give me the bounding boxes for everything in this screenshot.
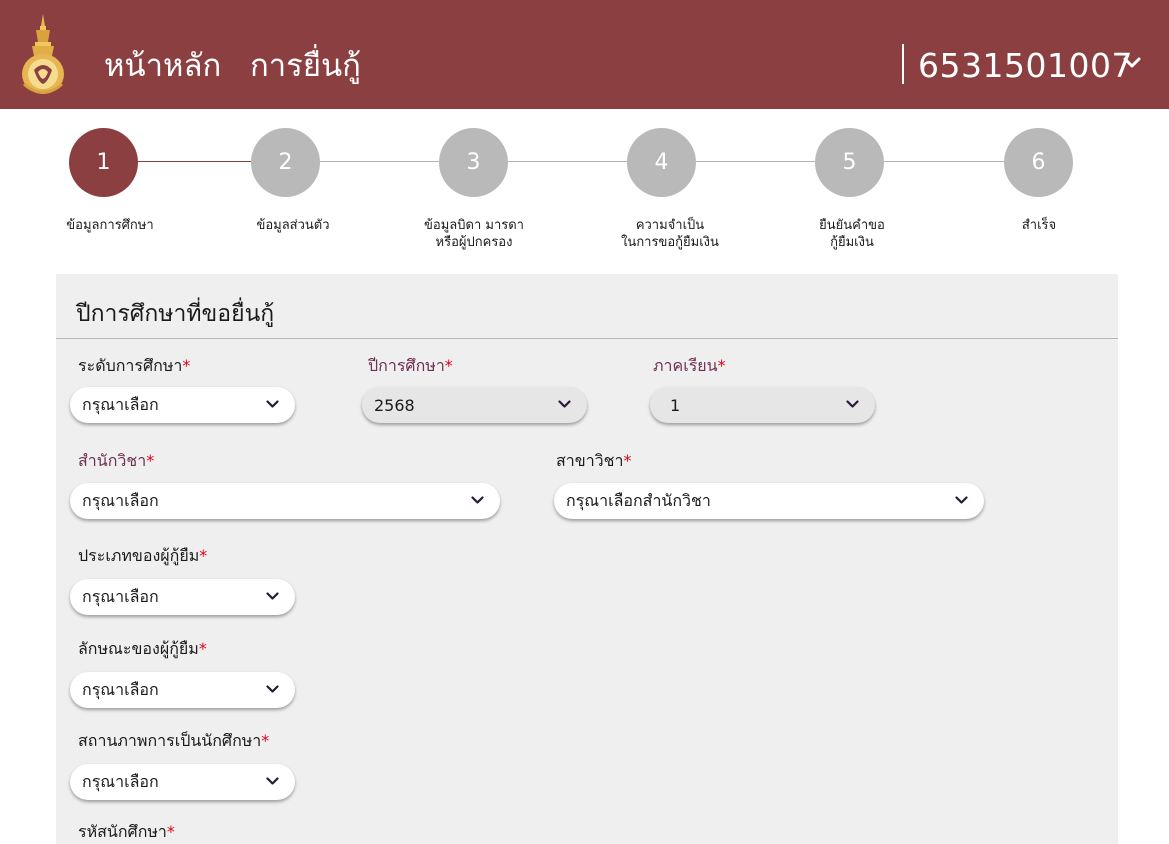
step-4-label: ความจำเป็น ในการขอกู้ยืมเงิน — [595, 217, 745, 251]
semester-label-text: ภาคเรียน — [653, 356, 718, 375]
academic-year-select[interactable]: 2568 — [362, 387, 587, 423]
step-5-label: ยืนยันคำขอ กู้ยืมเงิน — [777, 217, 927, 251]
education-level-label: ระดับการศึกษา* — [78, 356, 190, 376]
chevron-down-icon — [266, 777, 279, 785]
borrower-character-label-text: ลักษณะของผู้กู้ยืม — [78, 639, 199, 658]
step-2-label-line1: ข้อมูลส่วนตัว — [256, 218, 330, 233]
student-status-label: สถานภาพการเป็นนักศึกษา* — [78, 731, 269, 751]
education-form-panel: ปีการศึกษาที่ขอยื่นกู้ ระดับการศึกษา* กร… — [56, 274, 1118, 844]
step-5-label-line1: ยืนยันคำขอ — [819, 218, 885, 233]
required-mark: * — [182, 356, 191, 375]
nav-apply-link[interactable]: การยื่นกู้ — [250, 40, 361, 92]
student-status-label-text: สถานภาพการเป็นนักศึกษา — [78, 731, 262, 750]
step-6-circle[interactable]: 6 — [1004, 128, 1073, 197]
user-divider — [902, 44, 904, 84]
school-label: สำนักวิชา* — [78, 451, 154, 471]
semester-select[interactable]: 1 — [650, 387, 875, 423]
borrower-character-value: กรุณาเลือก — [82, 679, 159, 699]
step-3-circle[interactable]: 3 — [439, 128, 508, 197]
education-level-label-text: ระดับการศึกษา — [78, 356, 183, 375]
chevron-down-icon — [558, 400, 571, 408]
borrower-character-select[interactable]: กรุณาเลือก — [70, 672, 295, 708]
form-divider — [56, 338, 1118, 339]
academic-year-label: ปีการศึกษา* — [368, 356, 453, 376]
step-connector — [320, 161, 440, 162]
step-connector — [137, 161, 252, 162]
step-connector — [696, 161, 816, 162]
top-header: หน้าหลัก การยื่นกู้ 6531501007 — [0, 0, 1169, 109]
required-mark: * — [198, 639, 207, 658]
borrower-type-label: ประเภทของผู้กู้ยืม* — [78, 546, 207, 566]
chevron-down-icon — [471, 496, 484, 504]
required-mark: * — [261, 731, 270, 750]
education-level-value: กรุณาเลือก — [82, 394, 159, 414]
chevron-down-icon[interactable] — [1122, 55, 1142, 71]
step-4-circle[interactable]: 4 — [627, 128, 696, 197]
chevron-down-icon — [266, 400, 279, 408]
school-select[interactable]: กรุณาเลือก — [70, 483, 500, 519]
required-mark: * — [146, 451, 155, 470]
user-id-menu[interactable]: 6531501007 — [918, 40, 1133, 92]
step-6-label-line1: สำเร็จ — [1021, 218, 1057, 233]
step-3-label-line1: ข้อมูลบิดา มารดา — [424, 218, 524, 233]
step-3-label: ข้อมูลบิดา มารดา หรือผู้ปกครอง — [399, 217, 549, 251]
step-5-circle[interactable]: 5 — [815, 128, 884, 197]
semester-value: 1 — [670, 395, 681, 415]
education-level-select[interactable]: กรุณาเลือก — [70, 387, 295, 423]
progress-stepper: 1 2 3 4 5 6 ข้อมูลการศึกษา ข้อมูลส่วนตัว… — [0, 109, 1169, 274]
school-value: กรุณาเลือก — [82, 490, 159, 510]
academic-year-value: 2568 — [374, 395, 415, 415]
step-3-label-line2: หรือผู้ปกครอง — [435, 235, 513, 250]
step-1-label-line1: ข้อมูลการศึกษา — [66, 218, 154, 233]
step-1-label: ข้อมูลการศึกษา — [35, 217, 185, 234]
required-mark: * — [717, 356, 726, 375]
student-status-value: กรุณาเลือก — [82, 771, 159, 791]
major-value: กรุณาเลือกสำนักวิชา — [566, 490, 711, 510]
step-connector — [884, 161, 1005, 162]
major-select[interactable]: กรุณาเลือกสำนักวิชา — [554, 483, 984, 519]
required-mark: * — [623, 451, 632, 470]
semester-label: ภาคเรียน* — [653, 356, 726, 376]
borrower-character-label: ลักษณะของผู้กู้ยืม* — [78, 639, 207, 659]
academic-year-label-text: ปีการศึกษา — [368, 356, 445, 375]
step-1-circle[interactable]: 1 — [69, 128, 138, 197]
step-2-label: ข้อมูลส่วนตัว — [218, 217, 368, 234]
required-mark: * — [199, 546, 208, 565]
step-6-label: สำเร็จ — [964, 217, 1114, 234]
step-5-label-line2: กู้ยืมเงิน — [830, 235, 874, 250]
borrower-type-value: กรุณาเลือก — [82, 586, 159, 606]
school-label-text: สำนักวิชา — [78, 451, 147, 470]
chevron-down-icon — [266, 685, 279, 693]
borrower-type-label-text: ประเภทของผู้กู้ยืม — [78, 546, 200, 565]
required-mark: * — [444, 356, 453, 375]
chevron-down-icon — [846, 400, 859, 408]
step-connector — [508, 161, 628, 162]
student-id-label-text: รหัสนักศึกษา — [78, 822, 167, 841]
borrower-type-select[interactable]: กรุณาเลือก — [70, 579, 295, 615]
step-4-label-line1: ความจำเป็น — [635, 218, 705, 233]
step-2-circle[interactable]: 2 — [251, 128, 320, 197]
major-label-text: สาขาวิชา — [556, 451, 624, 470]
student-id-label: รหัสนักศึกษา* — [78, 822, 175, 842]
chevron-down-icon — [266, 592, 279, 600]
major-label: สาขาวิชา* — [556, 451, 632, 471]
step-4-label-line2: ในการขอกู้ยืมเงิน — [621, 235, 719, 250]
required-mark: * — [166, 822, 175, 841]
student-status-select[interactable]: กรุณาเลือก — [70, 764, 295, 800]
form-title: ปีการศึกษาที่ขอยื่นกู้ — [76, 301, 275, 327]
nav-home-link[interactable]: หน้าหลัก — [104, 40, 221, 92]
university-logo-icon — [22, 14, 64, 94]
chevron-down-icon — [955, 496, 968, 504]
